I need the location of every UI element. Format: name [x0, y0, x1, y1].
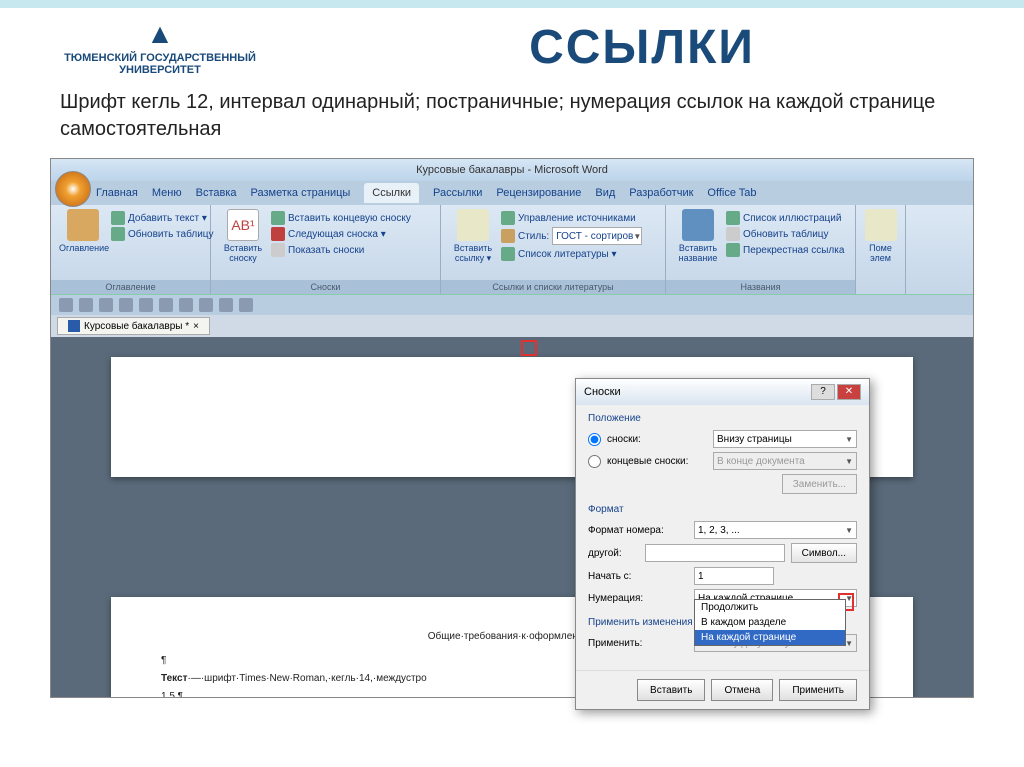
- qat-icon[interactable]: [179, 298, 193, 312]
- footout-position-dropdown[interactable]: Внизу страницы: [713, 430, 857, 448]
- next-footnote-button[interactable]: Следующая сноска ▾: [271, 227, 411, 241]
- group-captions-label: Названия: [666, 280, 855, 294]
- tab-review[interactable]: Рецензирование: [496, 187, 581, 199]
- qat-icon[interactable]: [99, 298, 113, 312]
- qat-icon[interactable]: [79, 298, 93, 312]
- qat-icon[interactable]: [59, 298, 73, 312]
- qat-icon[interactable]: [119, 298, 133, 312]
- insert-button[interactable]: Вставить: [637, 679, 705, 701]
- slide-title: ССЫЛКИ: [290, 20, 994, 75]
- update-table2-button[interactable]: Обновить таблицу: [726, 227, 844, 241]
- insert-endnote-button[interactable]: Вставить концевую сноску: [271, 211, 411, 225]
- numbering-dropdown-list: Продолжить В каждом разделе На каждой ст…: [694, 599, 846, 646]
- add-text-button[interactable]: Добавить текст ▾: [111, 211, 214, 225]
- insert-footnote-button[interactable]: AB¹ Вставить сноску: [219, 209, 267, 263]
- close-button[interactable]: ✕: [837, 384, 861, 400]
- numbering-label: Нумерация:: [588, 593, 688, 604]
- cancel-button[interactable]: Отмена: [711, 679, 773, 701]
- bibliography-button[interactable]: Список литературы ▾: [501, 247, 642, 261]
- table-of-figures-button[interactable]: Список иллюстраций: [726, 211, 844, 225]
- qat-icon[interactable]: [159, 298, 173, 312]
- apply-to-label: Применить:: [588, 638, 688, 649]
- tab-insert[interactable]: Вставка: [196, 187, 237, 199]
- cross-reference-button[interactable]: Перекрестная ссылка: [726, 243, 844, 257]
- style-dropdown[interactable]: Стиль: ГОСТ - сортиров: [501, 227, 642, 245]
- number-format-label: Формат номера:: [588, 525, 688, 536]
- dropdown-option-section[interactable]: В каждом разделе: [695, 615, 845, 630]
- footnotes-radio-label: сноски:: [607, 434, 707, 445]
- help-button[interactable]: ?: [811, 384, 835, 400]
- tab-references[interactable]: Ссылки: [364, 183, 419, 203]
- update-table-button[interactable]: Обновить таблицу: [111, 227, 214, 241]
- qat-icon[interactable]: [219, 298, 233, 312]
- endnotes-radio-label: концевые сноски:: [607, 456, 707, 467]
- convert-button: Заменить...: [782, 474, 857, 494]
- qat-icon[interactable]: [239, 298, 253, 312]
- custom-mark-input[interactable]: [645, 544, 785, 562]
- close-tab-icon[interactable]: ×: [193, 321, 199, 332]
- position-group-label: Положение: [588, 413, 857, 424]
- tab-officetab[interactable]: Office Tab: [707, 187, 756, 199]
- tab-mailings[interactable]: Рассылки: [433, 187, 482, 199]
- start-at-input[interactable]: [694, 567, 774, 585]
- qat-icon[interactable]: [139, 298, 153, 312]
- footnotes-radio[interactable]: [588, 433, 601, 446]
- group-footnotes-label: Сноски: [211, 280, 440, 294]
- format-group-label: Формат: [588, 504, 857, 515]
- qat-icon[interactable]: [199, 298, 213, 312]
- university-logo: ▲ ТЮМЕНСКИЙ ГОСУДАРСТВЕННЫЙ УНИВЕРСИТЕТ: [30, 18, 290, 76]
- tab-home[interactable]: Главная: [96, 187, 138, 199]
- symbol-button[interactable]: Символ...: [791, 543, 857, 563]
- endnote-position-dropdown: В конце документа: [713, 452, 857, 470]
- custom-mark-label: другой:: [588, 548, 639, 559]
- show-notes-button[interactable]: Показать сноски: [271, 243, 411, 257]
- dialog-titlebar: Сноски ? ✕: [576, 379, 869, 405]
- quick-access-toolbar: [51, 295, 973, 315]
- word-titlebar: Курсовые бакалавры - Microsoft Word: [51, 159, 973, 181]
- insert-caption-button[interactable]: Вставить название: [674, 209, 722, 263]
- manage-sources-button[interactable]: Управление источниками: [501, 211, 642, 225]
- apply-button[interactable]: Применить: [779, 679, 857, 701]
- slide-subtitle: Шрифт кегль 12, интервал одинарный; пост…: [0, 81, 1024, 158]
- tab-developer[interactable]: Разработчик: [629, 187, 693, 199]
- ribbon-tabs: Главная Меню Вставка Разметка страницы С…: [51, 181, 973, 205]
- tab-menu[interactable]: Меню: [152, 187, 182, 199]
- document-tab[interactable]: Курсовые бакалавры *×: [57, 317, 210, 335]
- insert-citation-button[interactable]: Вставить ссылку ▾: [449, 209, 497, 264]
- tab-layout[interactable]: Разметка страницы: [251, 187, 351, 199]
- flame-icon: ▲: [146, 18, 174, 50]
- highlight-box-launcher: [521, 340, 537, 356]
- toc-button[interactable]: Оглавление: [59, 209, 107, 253]
- university-name: ТЮМЕНСКИЙ ГОСУДАРСТВЕННЫЙ УНИВЕРСИТЕТ: [30, 52, 290, 76]
- dropdown-option-continue[interactable]: Продолжить: [695, 600, 845, 615]
- group-toc-label: Оглавление: [51, 280, 210, 294]
- document-tabbar: Курсовые бакалавры *×: [51, 315, 973, 337]
- start-at-label: Начать с:: [588, 571, 688, 582]
- number-format-dropdown[interactable]: 1, 2, 3, ...: [694, 521, 857, 539]
- dropdown-option-page[interactable]: На каждой странице: [695, 630, 845, 645]
- group-citations-label: Ссылки и списки литературы: [441, 280, 665, 294]
- office-button[interactable]: [55, 171, 91, 207]
- footnotes-dialog: Сноски ? ✕ Положение сноски: Внизу стран…: [575, 378, 870, 710]
- tab-view[interactable]: Вид: [595, 187, 615, 199]
- endnotes-radio[interactable]: [588, 455, 601, 468]
- ribbon-body: Оглавление Добавить текст ▾ Обновить таб…: [51, 205, 973, 295]
- dialog-title-text: Сноски: [584, 386, 621, 398]
- mark-entry-button[interactable]: Поме элем: [864, 209, 897, 263]
